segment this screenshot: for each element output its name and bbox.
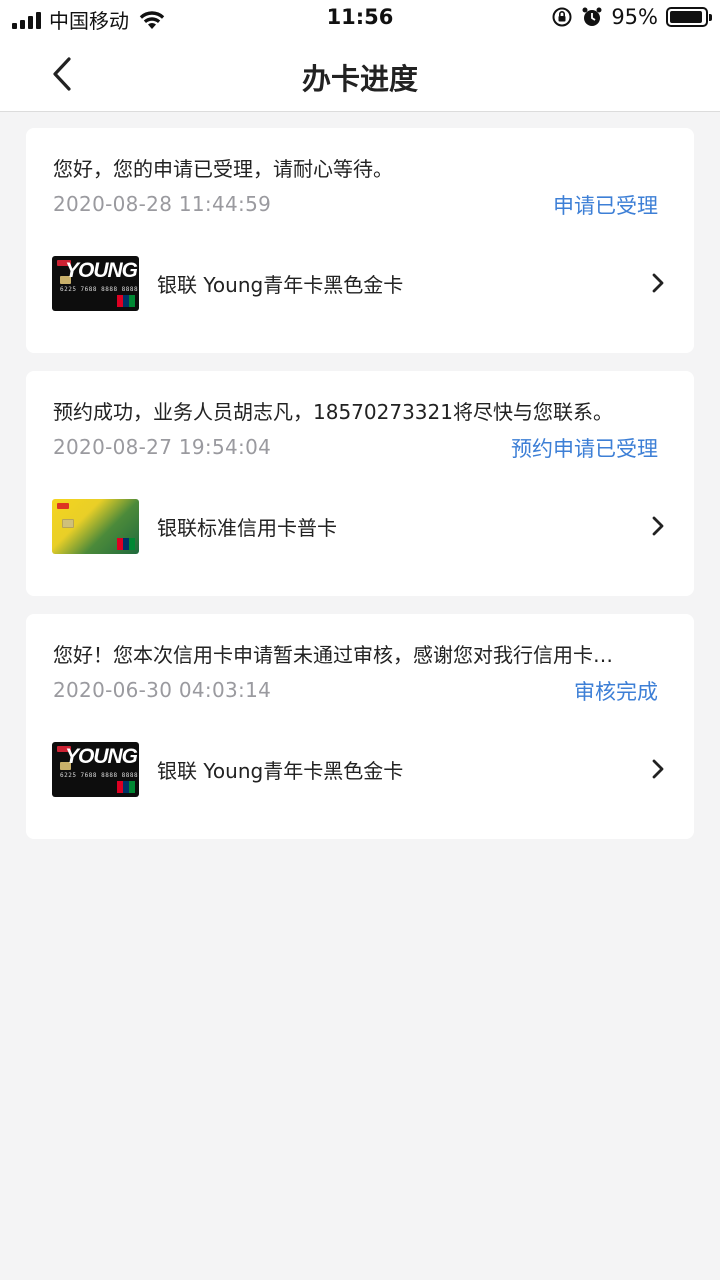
application-message: 您好！您本次信用卡申请暂未通过审核，感谢您对我行信用卡…: [53, 643, 613, 667]
card-product-name: 银联 Young青年卡黑色金卡: [157, 272, 404, 297]
application-status: 申请已受理: [553, 194, 658, 218]
application-message: 预约成功，业务人员胡志凡，18570273321将尽快与您联系。: [53, 400, 613, 424]
alarm-icon: [582, 7, 602, 26]
chevron-right-icon: [652, 273, 664, 293]
unionpay-logo: [117, 780, 135, 793]
unionpay-logo: [117, 537, 135, 550]
navigation-bar: 办卡进度: [0, 36, 720, 112]
application-date: 2020-08-28 11:44:59: [53, 192, 272, 216]
card-product-row[interactable]: YOUNG 6225 7688 8888 8888 银联 Young青年卡黑色金…: [52, 255, 668, 311]
chevron-right-icon: [652, 759, 664, 779]
status-bar: 中国移动 11:56 95%: [0, 0, 720, 36]
battery-percent: 95%: [611, 5, 658, 29]
card-product-row[interactable]: YOUNG 6225 7688 8888 8888 银联 Young青年卡黑色金…: [52, 741, 668, 797]
card-thumbnail: [52, 498, 139, 554]
application-status: 审核完成: [574, 680, 658, 704]
application-list: 您好，您的申请已受理，请耐心等待。 2020-08-28 11:44:59 申请…: [26, 128, 694, 857]
unionpay-logo: [117, 294, 135, 307]
battery-icon: [666, 7, 712, 27]
chevron-right-icon: [652, 516, 664, 536]
application-message: 您好，您的申请已受理，请耐心等待。: [53, 157, 393, 181]
application-card[interactable]: 您好！您本次信用卡申请暂未通过审核，感谢您对我行信用卡… 2020-06-30 …: [26, 614, 694, 839]
application-card[interactable]: 预约成功，业务人员胡志凡，18570273321将尽快与您联系。 2020-08…: [26, 371, 694, 596]
card-product-name: 银联标准信用卡普卡: [157, 515, 337, 540]
card-product-name: 银联 Young青年卡黑色金卡: [157, 758, 404, 783]
page-title: 办卡进度: [301, 62, 418, 96]
card-thumbnail: YOUNG 6225 7688 8888 8888: [52, 255, 139, 311]
application-date: 2020-08-27 19:54:04: [53, 435, 272, 459]
application-date: 2020-06-30 04:03:14: [53, 678, 272, 702]
application-card[interactable]: 您好，您的申请已受理，请耐心等待。 2020-08-28 11:44:59 申请…: [26, 128, 694, 353]
rotation-lock-icon: [552, 7, 572, 27]
card-product-row[interactable]: 银联标准信用卡普卡: [52, 498, 668, 554]
card-thumbnail: YOUNG 6225 7688 8888 8888: [52, 741, 139, 797]
application-status: 预约申请已受理: [511, 437, 658, 461]
